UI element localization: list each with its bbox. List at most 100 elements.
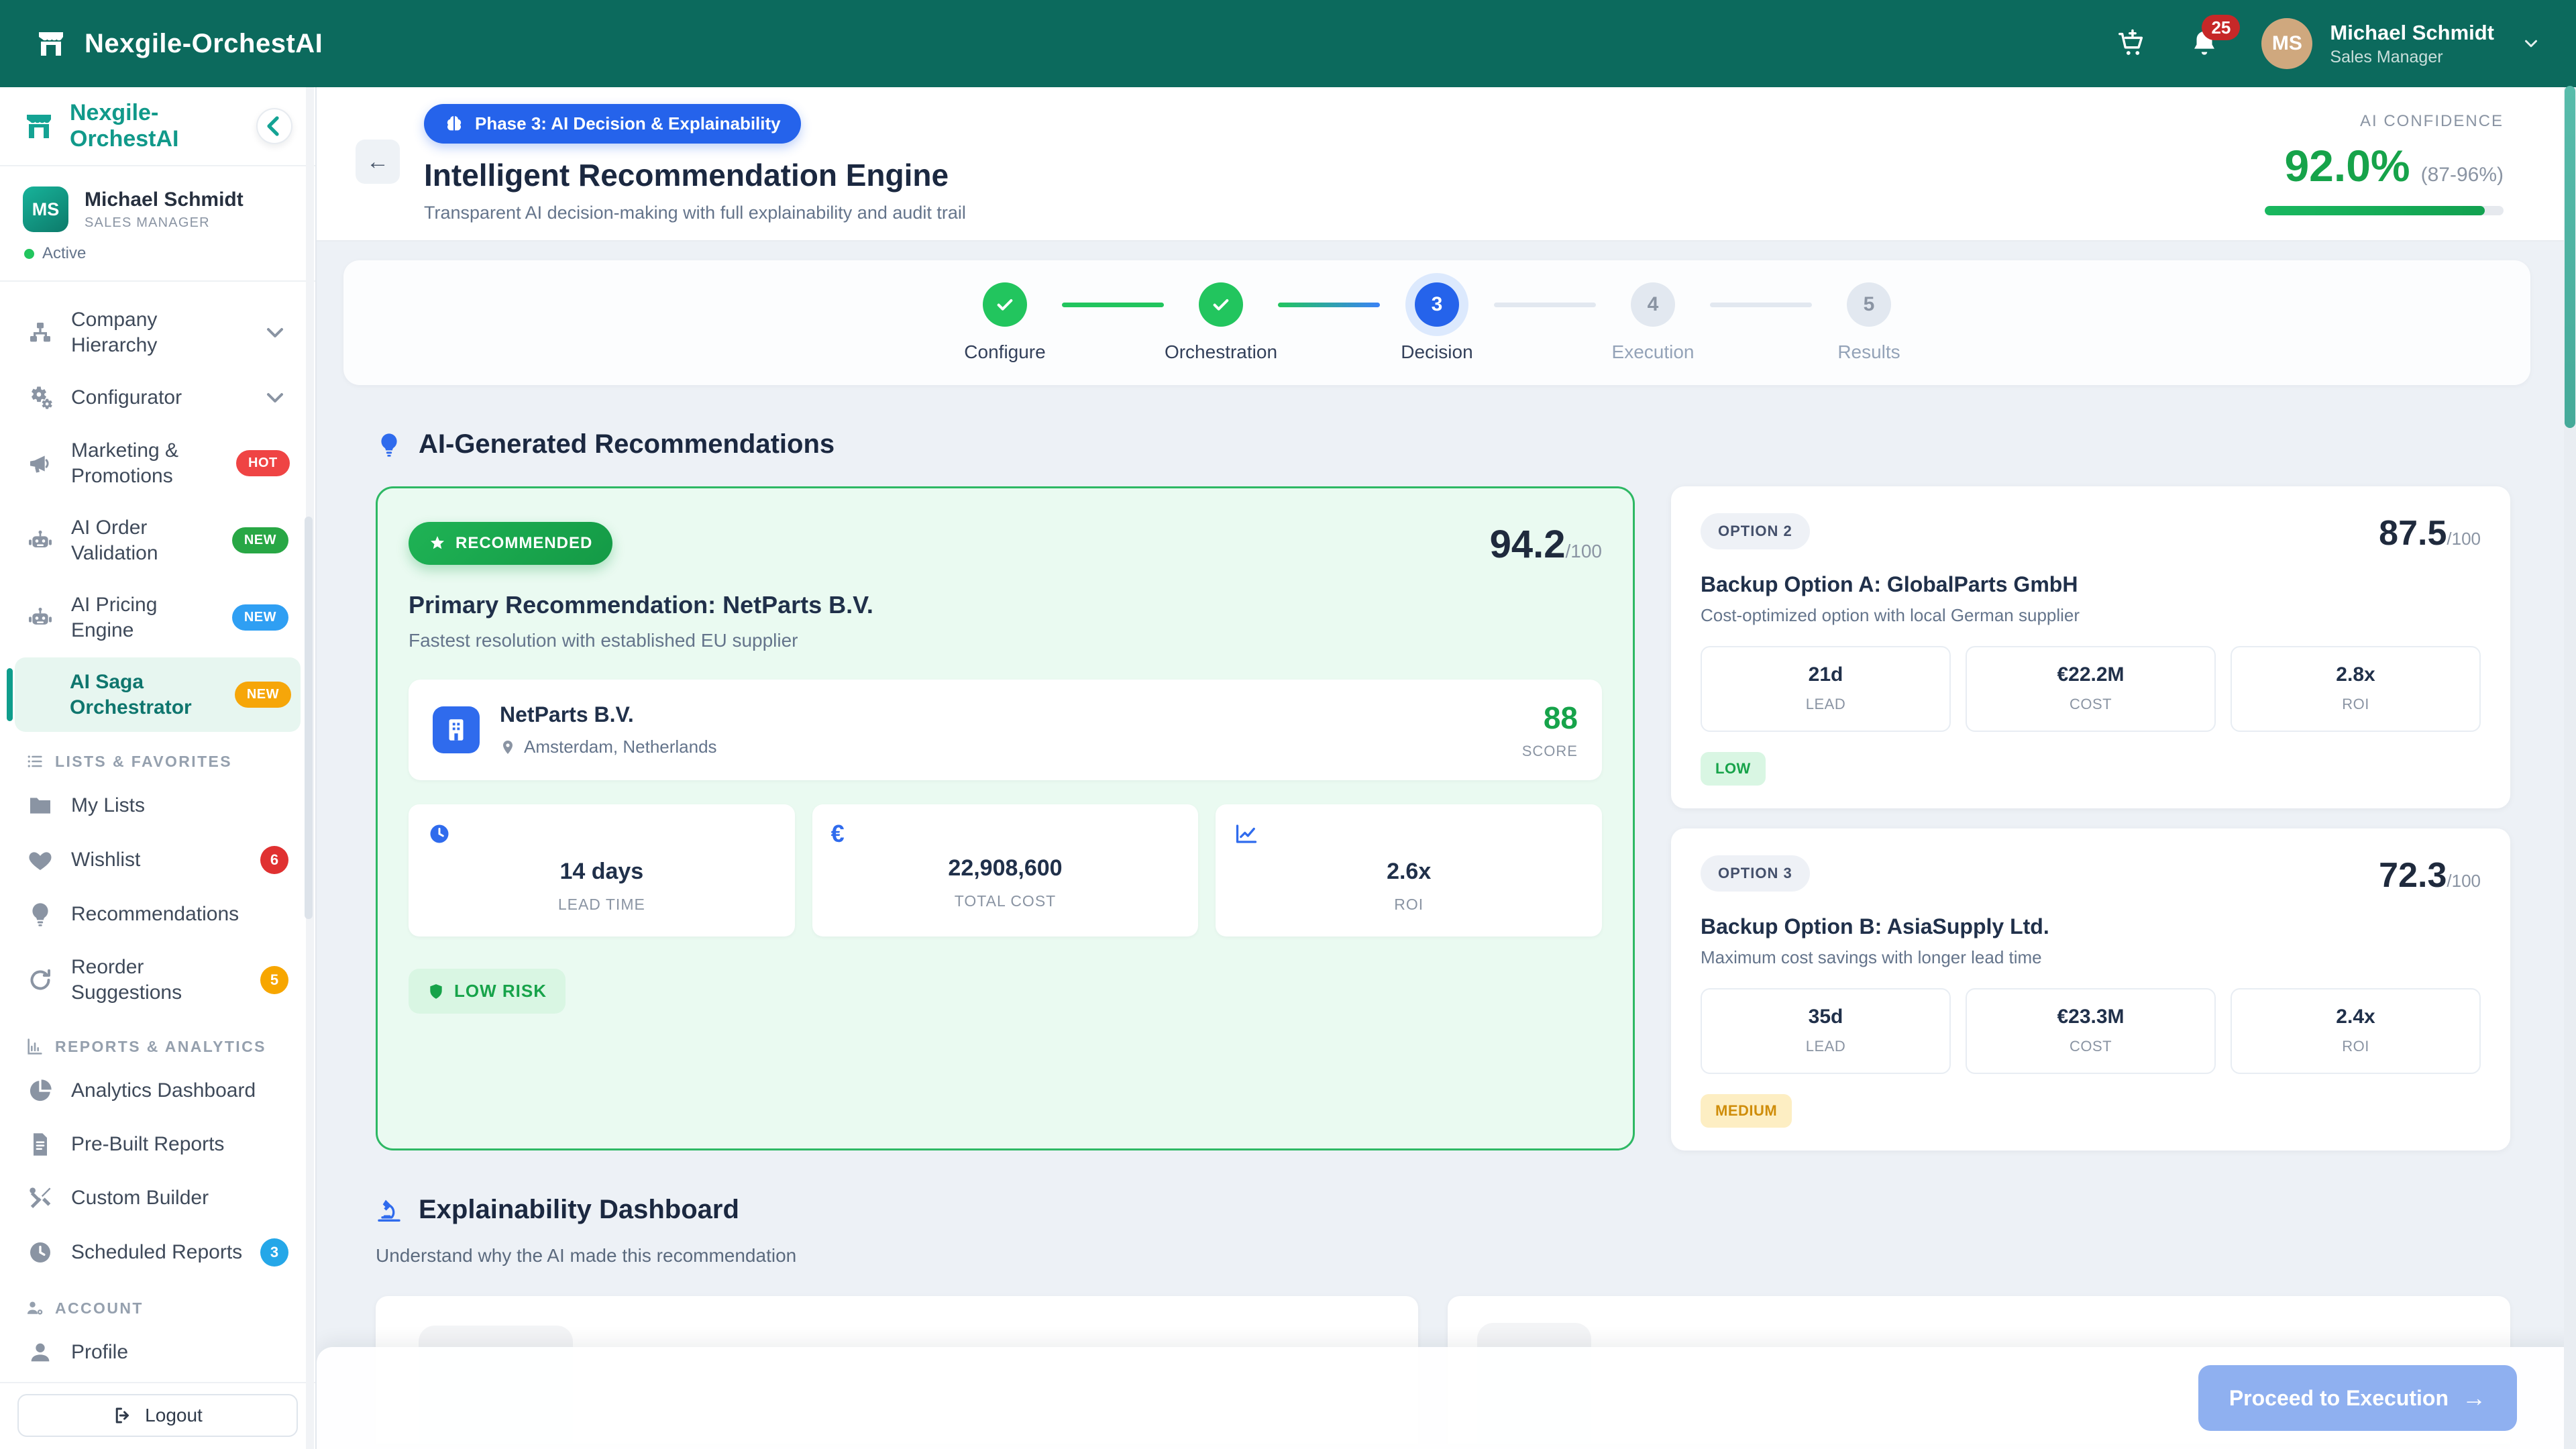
supplier-name: NetParts B.V. [500, 702, 1522, 727]
recommendations-section-header: AI-Generated Recommendations [376, 429, 2510, 460]
sidebar-item-ai-pricing-engine[interactable]: AI Pricing Engine NEW [15, 580, 301, 655]
page-subtitle: Transparent AI decision-making with full… [424, 203, 2241, 223]
metric-label: LEAD [1709, 1038, 1943, 1055]
backup-option-b-card[interactable]: OPTION 3 72.3 /100 Backup Option B: Asia… [1671, 828, 2510, 1150]
proceed-to-execution-button[interactable]: Proceed to Execution → [2198, 1365, 2517, 1431]
sidebar-item-user-management[interactable]: User Management [15, 1381, 301, 1382]
avatar: MS [23, 186, 68, 232]
option-tag: OPTION 2 [1701, 513, 1810, 549]
lightbulb-icon [376, 431, 402, 458]
robot-icon [27, 604, 54, 631]
nav-label: AI Pricing Engine [71, 592, 215, 643]
primary-title: Primary Recommendation: NetParts B.V. [409, 591, 1602, 619]
sidebar-item-custom-builder[interactable]: Custom Builder [15, 1173, 301, 1224]
chevron-down-icon [2521, 34, 2541, 54]
nav-label: Wishlist [71, 847, 243, 873]
metric-value: 35d [1709, 1006, 1943, 1028]
step-execution[interactable]: 4 Execution [1596, 282, 1710, 363]
option-title: Backup Option B: AsiaSupply Ltd. [1701, 914, 2481, 939]
sidebar-item-wishlist[interactable]: Wishlist 6 [15, 834, 301, 886]
step-connector [1062, 303, 1164, 307]
backup-option-a-card[interactable]: OPTION 2 87.5 /100 Backup Option A: Glob… [1671, 486, 2510, 808]
step-configure[interactable]: Configure [948, 282, 1062, 363]
section-label: ACCOUNT [55, 1299, 144, 1318]
megaphone-icon [27, 450, 54, 477]
map-pin-icon [500, 739, 516, 755]
primary-recommendation-card[interactable]: RECOMMENDED 94.2 /100 Primary Recommenda… [376, 486, 1635, 1150]
building-icon [433, 706, 480, 753]
user-menu[interactable]: MS Michael Schmidt Sales Manager [2261, 18, 2541, 69]
sidebar-item-recommendations[interactable]: Recommendations [15, 889, 301, 940]
notifications-button[interactable]: 25 [2189, 28, 2220, 59]
storefront-icon [23, 110, 55, 142]
user-icon [27, 1339, 54, 1366]
supplier-score: 88 [1522, 700, 1578, 736]
lightbulb-icon [27, 901, 54, 928]
metric-lead-time: 14 days LEAD TIME [409, 804, 795, 936]
recommended-label: RECOMMENDED [455, 534, 592, 553]
nav-label: Configurator [71, 385, 244, 411]
phase-badge: Phase 3: AI Decision & Explainability [424, 104, 801, 144]
chart-line-icon [1234, 822, 1258, 846]
nav-label: Marketing & Promotions [71, 438, 219, 488]
sidebar-item-reorder-suggestions[interactable]: Reorder Suggestions 5 [15, 943, 301, 1017]
nav-label: Profile [71, 1340, 288, 1365]
sidebar-item-profile[interactable]: Profile [15, 1327, 301, 1378]
phase-badge-label: Phase 3: AI Decision & Explainability [475, 113, 781, 134]
sidebar-item-ai-saga-orchestrator[interactable]: AI Saga Orchestrator NEW [15, 657, 301, 732]
document-icon [27, 1131, 54, 1158]
sidebar-item-company-hierarchy[interactable]: Company Hierarchy [15, 295, 301, 370]
metric-label: ROI [1234, 896, 1583, 914]
sidebar-scrollbar[interactable] [306, 87, 314, 1449]
metric-label: COST [1974, 1038, 2208, 1055]
supplier-score-label: SCORE [1522, 743, 1578, 760]
logout-label: Logout [145, 1405, 203, 1426]
step-connector [1278, 303, 1380, 307]
confidence-label: AI CONFIDENCE [2360, 112, 2504, 131]
chevron-down-icon [262, 319, 288, 346]
notification-count-badge: 25 [2202, 15, 2240, 40]
logout-button[interactable]: Logout [17, 1394, 298, 1437]
option-metric-cost: €22.2M COST [1966, 646, 2216, 732]
nav-label: AI Order Validation [71, 515, 215, 566]
sidebar-item-analytics-dashboard[interactable]: Analytics Dashboard [15, 1065, 301, 1116]
back-button[interactable]: ← [356, 140, 400, 184]
primary-score-denominator: /100 [1566, 541, 1603, 562]
ai-confidence-block: AI CONFIDENCE 92.0% (87-96%) [2265, 112, 2504, 215]
page-scrollbar-thumb[interactable] [2565, 86, 2575, 428]
metric-value: €22.2M [1974, 663, 2208, 686]
sidebar-item-scheduled-reports[interactable]: Scheduled Reports 3 [15, 1226, 301, 1279]
step-orchestration[interactable]: Orchestration [1164, 282, 1278, 363]
nav-label: Company Hierarchy [71, 307, 244, 358]
heart-icon [27, 847, 54, 873]
microscope-icon [376, 1197, 402, 1224]
sidebar-item-marketing-promotions[interactable]: Marketing & Promotions HOT [15, 426, 301, 500]
primary-subtitle: Fastest resolution with established EU s… [409, 630, 1602, 651]
sidebar-item-configurator[interactable]: Configurator [15, 372, 301, 423]
option-metric-lead: 35d LEAD [1701, 988, 1951, 1074]
brain-icon [444, 114, 464, 134]
status-dot [24, 249, 34, 259]
sidebar-footer: Logout [0, 1382, 315, 1449]
step-results[interactable]: 5 Results [1812, 282, 1926, 363]
metric-value: 14 days [427, 859, 776, 885]
user-role: Sales Manager [2330, 48, 2494, 67]
page-scrollbar[interactable] [2564, 87, 2576, 1449]
metric-roi: 2.6x ROI [1216, 804, 1602, 936]
nav-label: Custom Builder [71, 1185, 288, 1211]
sidebar-item-prebuilt-reports[interactable]: Pre-Built Reports [15, 1119, 301, 1170]
nav-label: Reorder Suggestions [71, 955, 243, 1005]
supplier-location: Amsterdam, Netherlands [524, 737, 717, 757]
nav-label: Scheduled Reports [71, 1240, 243, 1265]
sidebar-brand: Nexgile-OrchestAI [70, 100, 241, 152]
badge-new: NEW [235, 682, 291, 708]
brand-name: Nexgile-OrchestAI [85, 29, 323, 59]
sidebar-collapse-button[interactable] [256, 108, 292, 144]
cart-button[interactable] [2116, 28, 2147, 59]
risk-label: LOW RISK [454, 981, 547, 1002]
explainability-section-header: Explainability Dashboard [376, 1195, 2510, 1225]
step-decision[interactable]: 3 Decision [1380, 282, 1494, 363]
section-label: LISTS & FAVORITES [55, 753, 232, 771]
sidebar-item-my-lists[interactable]: My Lists [15, 780, 301, 831]
sidebar-item-ai-order-validation[interactable]: AI Order Validation NEW [15, 503, 301, 578]
